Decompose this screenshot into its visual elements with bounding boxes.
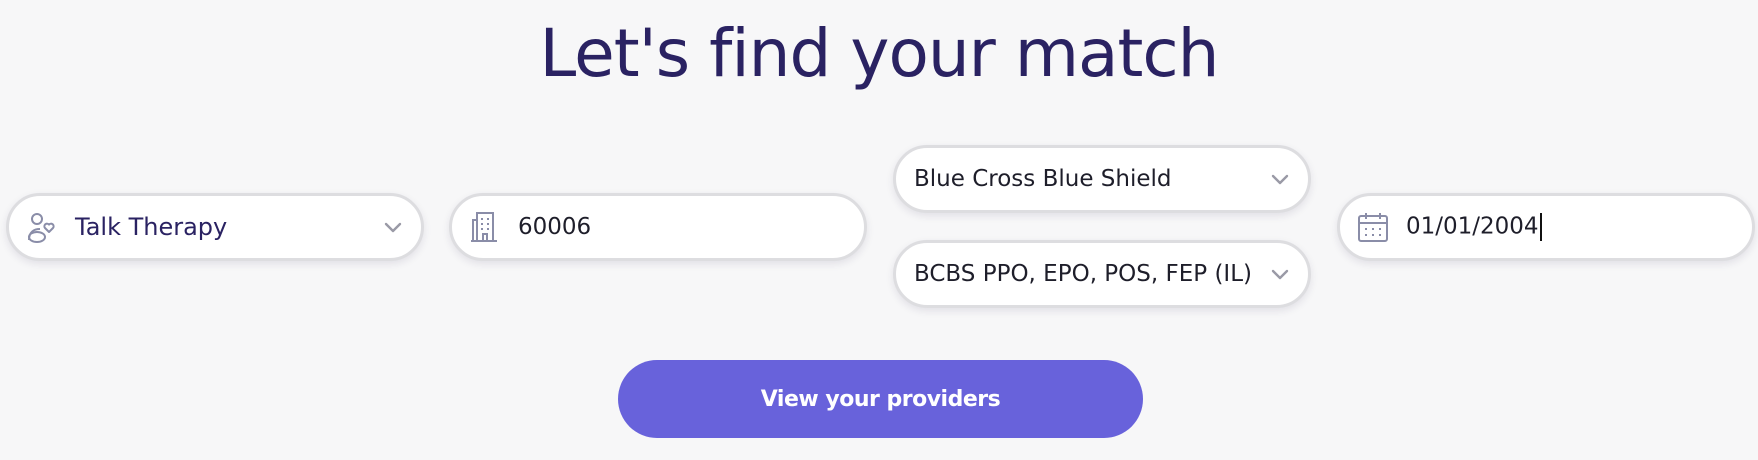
date-of-birth-field[interactable]: 01/01/2004: [1337, 193, 1755, 261]
chevron-down-icon: [1270, 267, 1290, 281]
chevron-down-icon: [1270, 172, 1290, 186]
view-providers-button[interactable]: View your providers: [618, 360, 1143, 438]
zip-code-value: 60006: [518, 214, 592, 240]
people-heart-icon: [25, 210, 59, 244]
insurance-plan-select[interactable]: BCBS PPO, EPO, POS, FEP (IL): [893, 240, 1311, 308]
calendar-icon: [1356, 210, 1390, 244]
date-of-birth-text: 01/01/2004: [1406, 213, 1539, 240]
insurance-carrier-value: Blue Cross Blue Shield: [914, 166, 1172, 192]
insurance-plan-value: BCBS PPO, EPO, POS, FEP (IL): [914, 261, 1252, 287]
care-type-select[interactable]: Talk Therapy: [6, 193, 424, 261]
chevron-down-icon: [383, 220, 403, 234]
zip-code-field[interactable]: 60006: [449, 193, 867, 261]
text-cursor: [1539, 213, 1542, 241]
date-of-birth-value: 01/01/2004: [1406, 213, 1542, 241]
care-type-value: Talk Therapy: [75, 213, 228, 241]
page-title: Let's find your match: [539, 15, 1220, 92]
building-icon: [468, 210, 502, 244]
insurance-carrier-select[interactable]: Blue Cross Blue Shield: [893, 145, 1311, 213]
